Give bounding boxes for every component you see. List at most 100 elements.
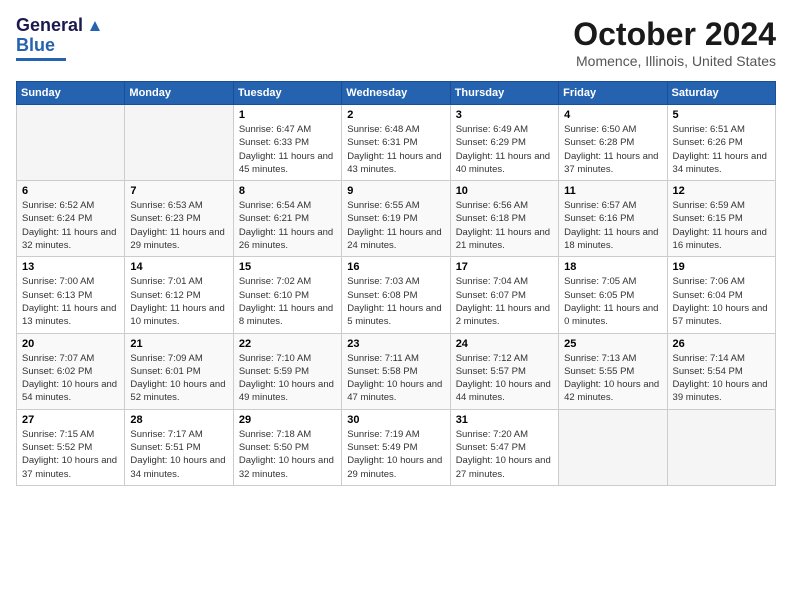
header-cell-tuesday: Tuesday <box>233 82 341 105</box>
day-info: Sunrise: 7:03 AM Sunset: 6:08 PM Dayligh… <box>347 275 444 328</box>
title-block: October 2024 Momence, Illinois, United S… <box>573 16 776 69</box>
calendar-cell: 18 Sunrise: 7:05 AM Sunset: 6:05 PM Dayli… <box>559 257 667 333</box>
calendar-cell: 10Sunrise: 6:56 AM Sunset: 6:18 PM Dayli… <box>450 181 558 257</box>
day-number: 7 <box>130 185 227 197</box>
day-number: 18 <box>564 261 661 273</box>
day-info: Sunrise: 6:57 AM Sunset: 6:16 PM Dayligh… <box>564 199 661 252</box>
day-number: 19 <box>673 261 770 273</box>
day-info: Sunrise: 7:15 AM Sunset: 5:52 PM Dayligh… <box>22 428 119 481</box>
calendar-week-2: 6Sunrise: 6:52 AM Sunset: 6:24 PM Daylig… <box>17 181 776 257</box>
calendar-cell: 9Sunrise: 6:55 AM Sunset: 6:19 PM Daylig… <box>342 181 450 257</box>
header-cell-thursday: Thursday <box>450 82 558 105</box>
day-number: 2 <box>347 109 444 121</box>
calendar-cell: 31Sunrise: 7:20 AM Sunset: 5:47 PM Dayli… <box>450 409 558 485</box>
day-number: 25 <box>564 338 661 350</box>
calendar-cell <box>559 409 667 485</box>
day-number: 12 <box>673 185 770 197</box>
calendar-cell: 1 Sunrise: 6:47 AM Sunset: 6:33 PM Daylig… <box>233 105 341 181</box>
day-info: Sunrise: 6:53 AM Sunset: 6:23 PM Dayligh… <box>130 199 227 252</box>
header-cell-monday: Monday <box>125 82 233 105</box>
day-number: 8 <box>239 185 336 197</box>
day-number: 1 <box>239 109 336 121</box>
calendar-cell: 25 Sunrise: 7:13 AM Sunset: 5:55 PM Dayli… <box>559 333 667 409</box>
calendar-cell: 5 Sunrise: 6:51 AM Sunset: 6:26 PM Daylig… <box>667 105 775 181</box>
calendar-cell: 6Sunrise: 6:52 AM Sunset: 6:24 PM Daylig… <box>17 181 125 257</box>
day-number: 16 <box>347 261 444 273</box>
calendar-cell: 21Sunrise: 7:09 AM Sunset: 6:01 PM Dayli… <box>125 333 233 409</box>
calendar-cell: 22Sunrise: 7:10 AM Sunset: 5:59 PM Dayli… <box>233 333 341 409</box>
month-title: October 2024 <box>573 16 776 53</box>
day-info: Sunrise: 7:13 AM Sunset: 5:55 PM Dayligh… <box>564 352 661 405</box>
day-info: Sunrise: 7:14 AM Sunset: 5:54 PM Dayligh… <box>673 352 770 405</box>
calendar-week-1: 1 Sunrise: 6:47 AM Sunset: 6:33 PM Daylig… <box>17 105 776 181</box>
day-number: 14 <box>130 261 227 273</box>
calendar-cell: 23Sunrise: 7:11 AM Sunset: 5:58 PM Dayli… <box>342 333 450 409</box>
calendar-cell: 30 Sunrise: 7:19 AM Sunset: 5:49 PM Dayli… <box>342 409 450 485</box>
calendar-cell: 12Sunrise: 6:59 AM Sunset: 6:15 PM Dayli… <box>667 181 775 257</box>
calendar-cell: 29 Sunrise: 7:18 AM Sunset: 5:50 PM Dayli… <box>233 409 341 485</box>
calendar-cell: 28Sunrise: 7:17 AM Sunset: 5:51 PM Dayli… <box>125 409 233 485</box>
day-info: Sunrise: 7:19 AM Sunset: 5:49 PM Dayligh… <box>347 428 444 481</box>
day-number: 3 <box>456 109 553 121</box>
day-number: 26 <box>673 338 770 350</box>
day-number: 15 <box>239 261 336 273</box>
calendar-cell: 27Sunrise: 7:15 AM Sunset: 5:52 PM Dayli… <box>17 409 125 485</box>
day-number: 28 <box>130 414 227 426</box>
header-cell-friday: Friday <box>559 82 667 105</box>
calendar-cell: 24 Sunrise: 7:12 AM Sunset: 5:57 PM Dayli… <box>450 333 558 409</box>
calendar-cell: 26 Sunrise: 7:14 AM Sunset: 5:54 PM Dayli… <box>667 333 775 409</box>
logo-text-general: General <box>16 16 83 36</box>
day-info: Sunrise: 6:54 AM Sunset: 6:21 PM Dayligh… <box>239 199 336 252</box>
day-number: 6 <box>22 185 119 197</box>
day-info: Sunrise: 6:50 AM Sunset: 6:28 PM Dayligh… <box>564 123 661 176</box>
calendar-cell: 8 Sunrise: 6:54 AM Sunset: 6:21 PM Daylig… <box>233 181 341 257</box>
day-info: Sunrise: 6:55 AM Sunset: 6:19 PM Dayligh… <box>347 199 444 252</box>
calendar-cell: 16 Sunrise: 7:03 AM Sunset: 6:08 PM Dayli… <box>342 257 450 333</box>
day-info: Sunrise: 6:56 AM Sunset: 6:18 PM Dayligh… <box>456 199 553 252</box>
day-info: Sunrise: 7:12 AM Sunset: 5:57 PM Dayligh… <box>456 352 553 405</box>
header-cell-saturday: Saturday <box>667 82 775 105</box>
day-info: Sunrise: 7:18 AM Sunset: 5:50 PM Dayligh… <box>239 428 336 481</box>
day-number: 11 <box>564 185 661 197</box>
calendar-cell: 20Sunrise: 7:07 AM Sunset: 6:02 PM Dayli… <box>17 333 125 409</box>
calendar-table: SundayMondayTuesdayWednesdayThursdayFrid… <box>16 81 776 486</box>
day-info: Sunrise: 7:04 AM Sunset: 6:07 PM Dayligh… <box>456 275 553 328</box>
logo-underline <box>16 58 66 61</box>
day-number: 30 <box>347 414 444 426</box>
day-info: Sunrise: 7:00 AM Sunset: 6:13 PM Dayligh… <box>22 275 119 328</box>
calendar-cell: 3 Sunrise: 6:49 AM Sunset: 6:29 PM Daylig… <box>450 105 558 181</box>
calendar-cell: 14 Sunrise: 7:01 AM Sunset: 6:12 PM Dayli… <box>125 257 233 333</box>
day-number: 13 <box>22 261 119 273</box>
day-info: Sunrise: 7:07 AM Sunset: 6:02 PM Dayligh… <box>22 352 119 405</box>
day-info: Sunrise: 6:47 AM Sunset: 6:33 PM Dayligh… <box>239 123 336 176</box>
day-info: Sunrise: 7:10 AM Sunset: 5:59 PM Dayligh… <box>239 352 336 405</box>
page-header: General Blue October 2024 Momence, Illin… <box>16 16 776 69</box>
day-number: 23 <box>347 338 444 350</box>
logo: General Blue <box>16 16 105 61</box>
logo-triangle-icon <box>85 16 105 36</box>
location-title: Momence, Illinois, United States <box>573 53 776 69</box>
calendar-cell: 13 Sunrise: 7:00 AM Sunset: 6:13 PM Dayli… <box>17 257 125 333</box>
day-info: Sunrise: 6:48 AM Sunset: 6:31 PM Dayligh… <box>347 123 444 176</box>
calendar-week-4: 20Sunrise: 7:07 AM Sunset: 6:02 PM Dayli… <box>17 333 776 409</box>
header-cell-wednesday: Wednesday <box>342 82 450 105</box>
calendar-cell <box>125 105 233 181</box>
day-info: Sunrise: 6:49 AM Sunset: 6:29 PM Dayligh… <box>456 123 553 176</box>
calendar-body: 1 Sunrise: 6:47 AM Sunset: 6:33 PM Daylig… <box>17 105 776 486</box>
calendar-cell: 2 Sunrise: 6:48 AM Sunset: 6:31 PM Daylig… <box>342 105 450 181</box>
calendar-week-3: 13 Sunrise: 7:00 AM Sunset: 6:13 PM Dayli… <box>17 257 776 333</box>
calendar-header: SundayMondayTuesdayWednesdayThursdayFrid… <box>17 82 776 105</box>
day-number: 4 <box>564 109 661 121</box>
header-cell-sunday: Sunday <box>17 82 125 105</box>
day-info: Sunrise: 7:01 AM Sunset: 6:12 PM Dayligh… <box>130 275 227 328</box>
day-number: 29 <box>239 414 336 426</box>
day-number: 21 <box>130 338 227 350</box>
day-info: Sunrise: 7:02 AM Sunset: 6:10 PM Dayligh… <box>239 275 336 328</box>
header-row: SundayMondayTuesdayWednesdayThursdayFrid… <box>17 82 776 105</box>
day-info: Sunrise: 6:51 AM Sunset: 6:26 PM Dayligh… <box>673 123 770 176</box>
day-info: Sunrise: 7:06 AM Sunset: 6:04 PM Dayligh… <box>673 275 770 328</box>
day-info: Sunrise: 7:05 AM Sunset: 6:05 PM Dayligh… <box>564 275 661 328</box>
calendar-cell: 4 Sunrise: 6:50 AM Sunset: 6:28 PM Daylig… <box>559 105 667 181</box>
day-number: 5 <box>673 109 770 121</box>
day-number: 24 <box>456 338 553 350</box>
